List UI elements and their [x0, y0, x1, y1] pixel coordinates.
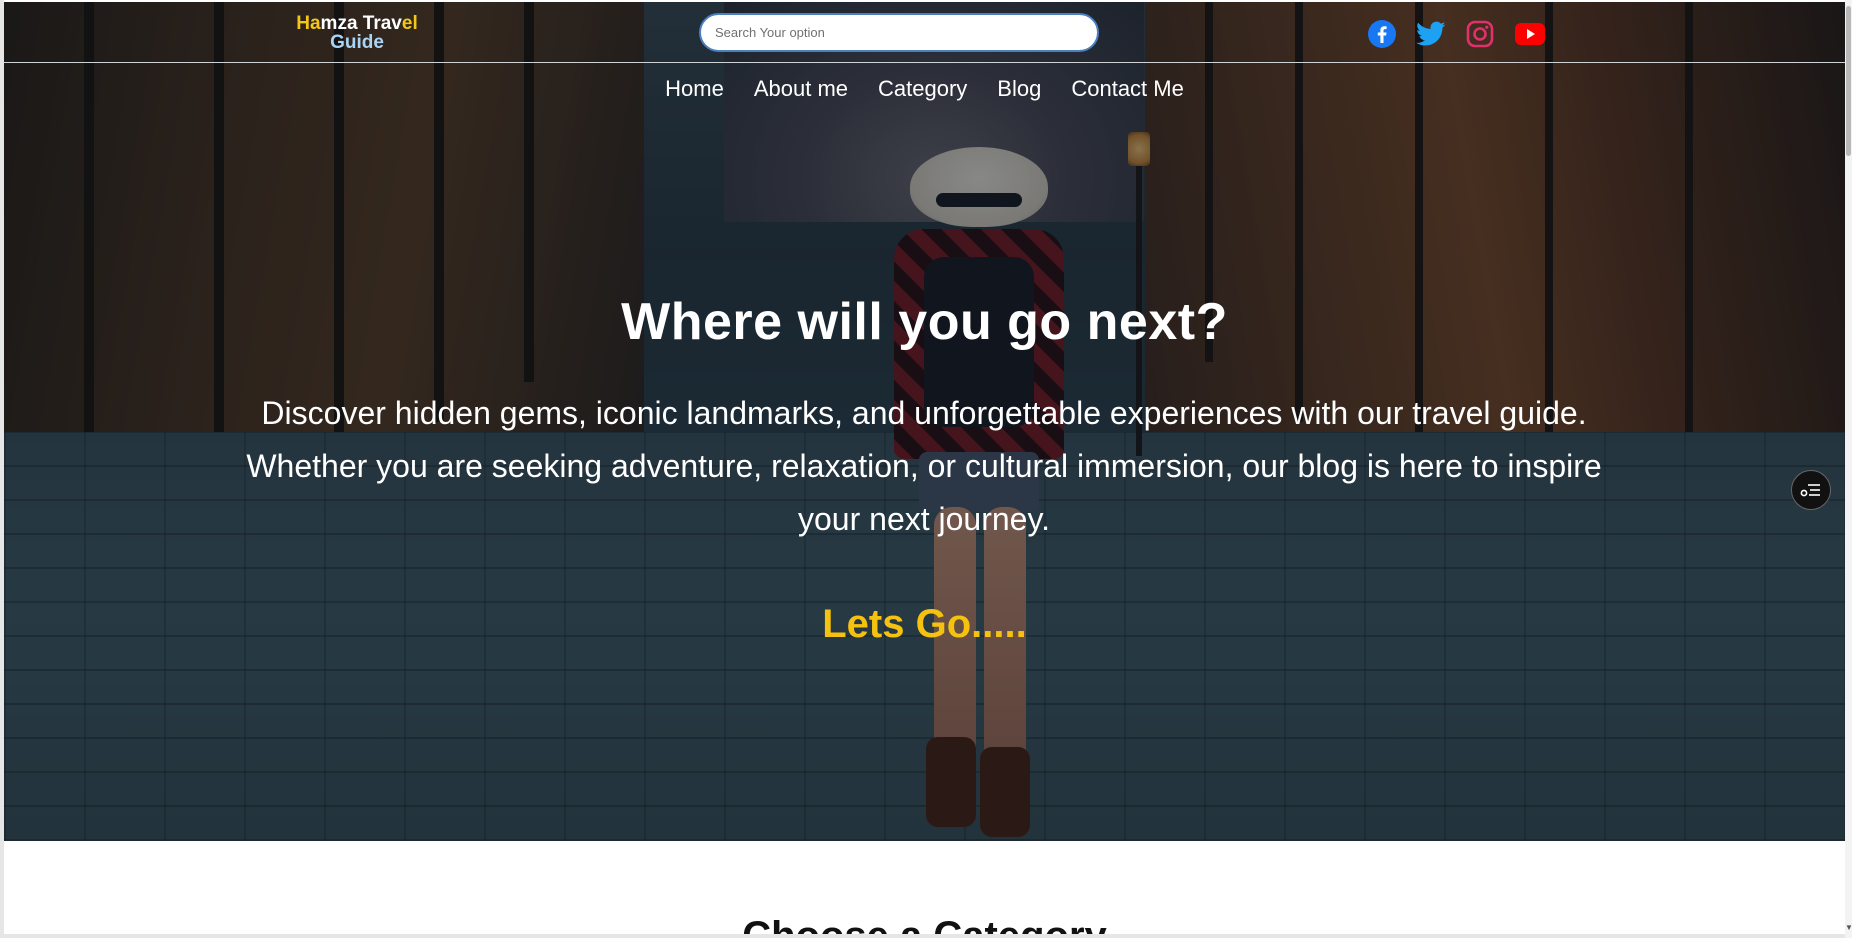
hero-section: Hamza Travel Guide Home About me Categor… [4, 2, 1845, 841]
lets-go-link[interactable]: Lets Go..... [4, 602, 1845, 647]
hero-description: Discover hidden gems, iconic landmarks, … [246, 395, 1602, 537]
facebook-icon[interactable] [1366, 18, 1398, 50]
youtube-icon[interactable] [1514, 18, 1546, 50]
header-divider [4, 62, 1845, 63]
filter-list-icon [1800, 484, 1820, 497]
site-logo[interactable]: Hamza Travel Guide [282, 14, 432, 52]
page-frame: Hamza Travel Guide Home About me Categor… [4, 2, 1845, 934]
nav-item-home[interactable]: Home [650, 76, 739, 102]
section-title: Choose a Category [4, 914, 1845, 934]
twitter-icon[interactable] [1415, 18, 1447, 50]
settings-toggle-button[interactable] [1791, 470, 1831, 510]
nav-item-contact[interactable]: Contact Me [1056, 76, 1199, 102]
nav-item-category[interactable]: Category [863, 76, 982, 102]
main-nav: Home About me Category Blog Contact Me [4, 76, 1845, 102]
instagram-icon[interactable] [1464, 18, 1496, 50]
nav-item-about[interactable]: About me [739, 76, 863, 102]
hero-title: Where will you go next? [621, 293, 1228, 351]
nav-item-blog[interactable]: Blog [982, 76, 1056, 102]
scrollbar-thumb[interactable] [1846, 6, 1851, 156]
search-input[interactable] [699, 13, 1099, 52]
scroll-down-icon[interactable]: ▼ [1845, 924, 1852, 932]
